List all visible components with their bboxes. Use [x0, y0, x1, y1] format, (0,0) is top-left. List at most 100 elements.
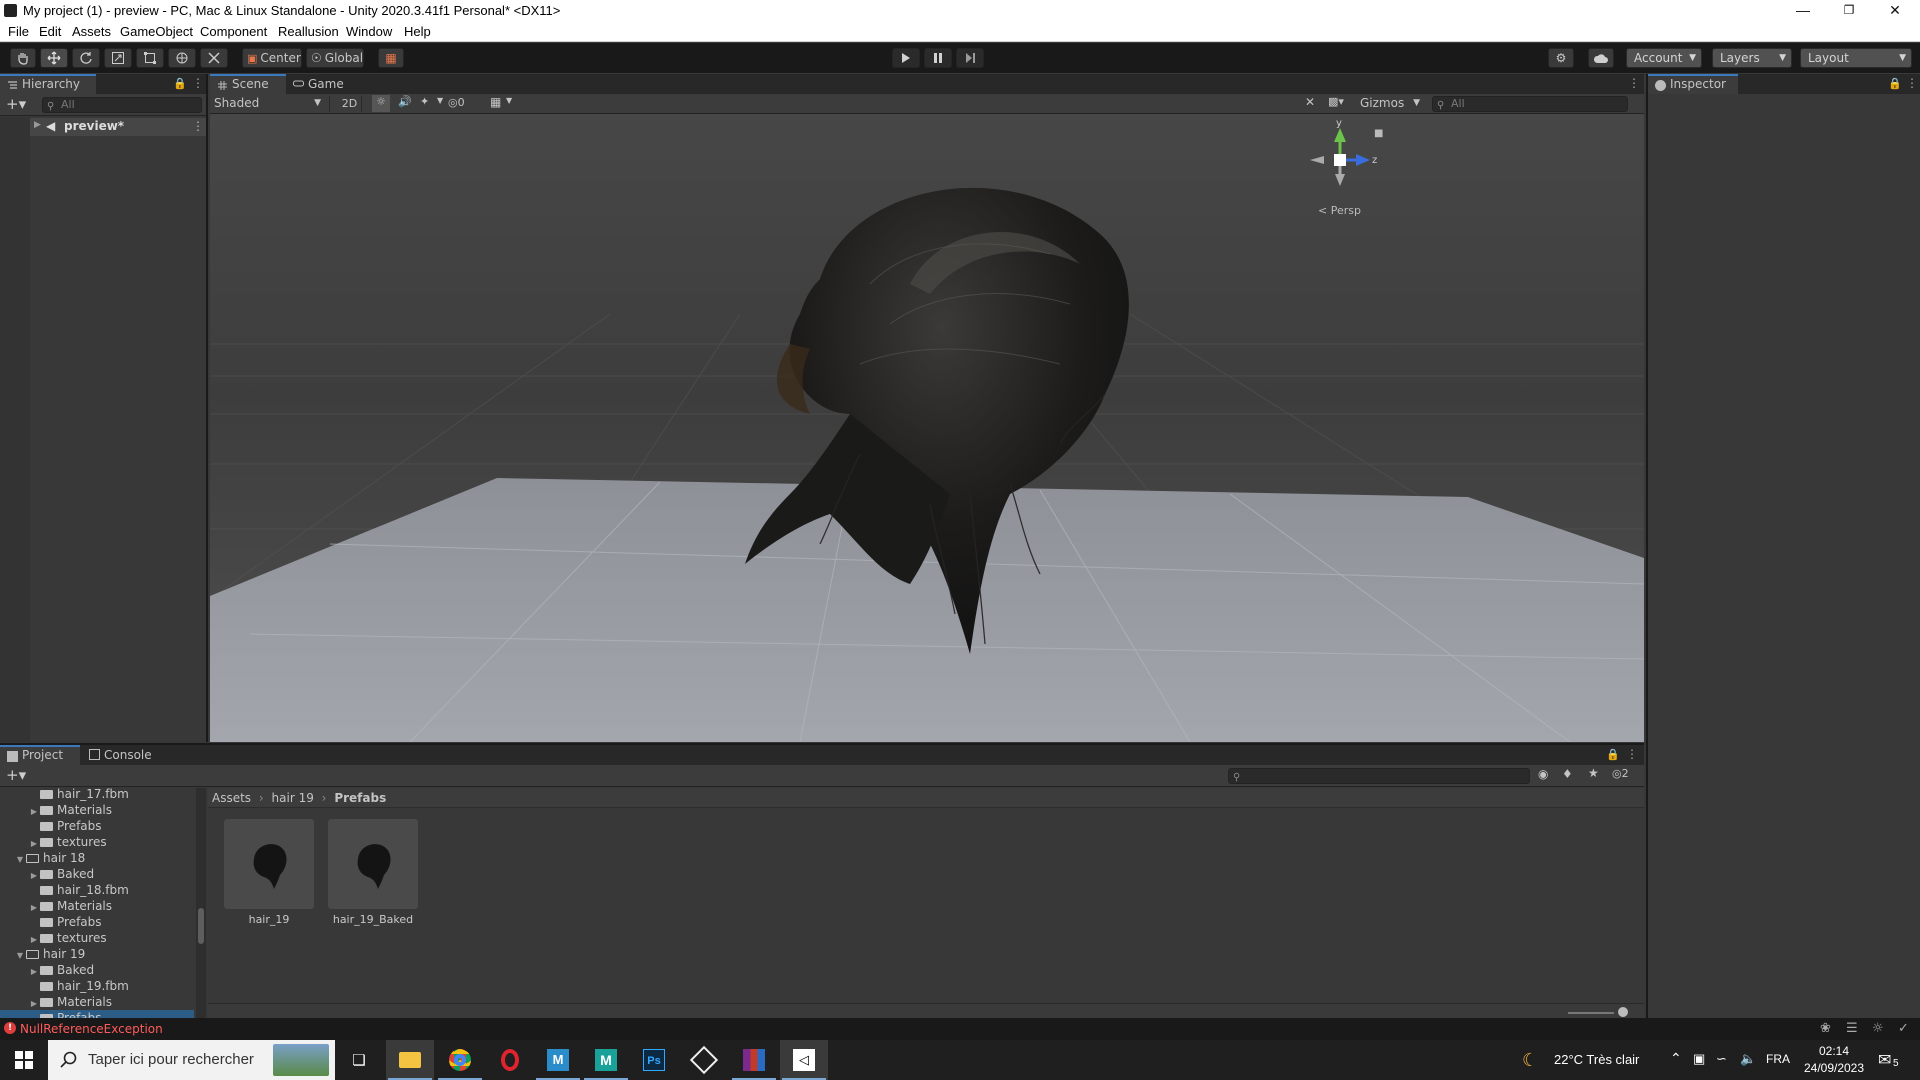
tab-console[interactable]: Console	[82, 745, 162, 765]
collab-button[interactable]: ⚙	[1548, 48, 1574, 68]
hierarchy-item-preview[interactable]: ▶ ◀ preview* ⋮	[30, 118, 206, 136]
breadcrumb-assets[interactable]: Assets	[212, 791, 251, 805]
pivot-mode-toggle[interactable]: ▣ Center	[242, 48, 302, 68]
breadcrumb-prefabs[interactable]: Prefabs	[334, 791, 386, 805]
folder-tree-item[interactable]: ▶ textures	[0, 930, 194, 946]
rect-tool-button[interactable]	[136, 48, 164, 68]
pause-button[interactable]	[924, 48, 952, 68]
volume-icon[interactable]: 🔈	[1740, 1051, 1756, 1067]
filter-type-icon[interactable]: ◉	[1538, 767, 1548, 781]
menu-edit[interactable]: Edit	[39, 24, 61, 39]
folder-tree-item[interactable]: Prefabs	[0, 818, 194, 834]
scale-tool-button[interactable]	[104, 48, 132, 68]
zoom-slider-track[interactable]	[1568, 1012, 1614, 1014]
shading-mode-dropdown[interactable]: Shaded ▼	[212, 96, 330, 112]
taskbar-chrome[interactable]	[436, 1040, 484, 1080]
effects-toggle-icon[interactable]: ✦	[420, 95, 429, 108]
notification-center-button[interactable]: ✉ 5	[1874, 1048, 1904, 1074]
folder-tree-item[interactable]: ▶ Baked	[0, 866, 194, 882]
kebab-menu-icon[interactable]: ⋮	[1626, 747, 1638, 761]
task-view-button[interactable]: ❏	[335, 1040, 383, 1080]
taskbar-unity-hub[interactable]	[680, 1040, 728, 1080]
add-object-button[interactable]: +▾	[6, 95, 26, 113]
hand-tool-button[interactable]	[10, 48, 36, 68]
custom-tool-button[interactable]	[200, 48, 228, 68]
project-search-input[interactable]: ⚲	[1228, 768, 1530, 784]
folder-tree-item[interactable]: ▼ hair 18	[0, 850, 194, 866]
layout-dropdown[interactable]: Layout ▼	[1800, 48, 1912, 68]
menu-window[interactable]: Window	[346, 24, 392, 39]
clock-time[interactable]: 02:14	[1808, 1044, 1860, 1058]
auto-generate-lighting-icon[interactable]: ☼	[1872, 1021, 1884, 1036]
account-dropdown[interactable]: Account ▼	[1626, 48, 1702, 68]
scene-search-input[interactable]: ⚲ All	[1432, 96, 1628, 112]
hidden-objects-toggle[interactable]: ◎0	[448, 95, 480, 112]
transform-tool-button[interactable]	[168, 48, 196, 68]
weather-moon-icon[interactable]: ☾	[1522, 1050, 1538, 1071]
grid-toggle-icon[interactable]: ▦	[490, 95, 501, 109]
menu-file[interactable]: File	[8, 24, 29, 39]
kebab-menu-icon[interactable]: ⋮	[192, 119, 204, 133]
favorite-star-icon[interactable]: ★	[1588, 766, 1599, 780]
folder-tree-item[interactable]: hair_18.fbm	[0, 882, 194, 898]
hidden-packages-toggle[interactable]: ◎2	[1612, 767, 1629, 780]
tools-icon[interactable]: ✕	[1305, 95, 1315, 109]
tab-scene[interactable]: Scene	[210, 74, 286, 94]
lock-icon[interactable]: ■	[1374, 128, 1383, 139]
taskbar-photoshop[interactable]: Ps	[630, 1040, 678, 1080]
folder-tree-item[interactable]: hair_17.fbm	[0, 788, 194, 802]
projection-label[interactable]: < Persp	[1318, 204, 1361, 217]
close-button[interactable]: ✕	[1872, 0, 1918, 22]
layers-dropdown[interactable]: Layers ▼	[1712, 48, 1792, 68]
folder-tree-item[interactable]: ▶ textures	[0, 834, 194, 850]
chevron-up-icon[interactable]: ⌃	[1670, 1050, 1682, 1067]
taskbar-app-m1[interactable]: M	[534, 1040, 582, 1080]
move-tool-button[interactable]	[40, 48, 68, 68]
asset-item[interactable]: hair_19	[224, 819, 316, 927]
folder-tree-item[interactable]: ▼ hair 19	[0, 946, 194, 962]
progress-icon[interactable]: ☰	[1846, 1021, 1858, 1036]
expand-arrow-icon[interactable]: ▶	[34, 120, 41, 130]
taskbar-search-input[interactable]: Taper ici pour rechercher	[48, 1040, 335, 1080]
snap-settings-button[interactable]: ▦	[378, 48, 404, 68]
lock-icon[interactable]: 🔒	[1888, 77, 1902, 90]
menu-assets[interactable]: Assets	[72, 24, 111, 39]
breadcrumb-hair-19[interactable]: hair 19	[272, 791, 314, 805]
folder-tree-item[interactable]: ▶ Materials	[0, 898, 194, 914]
pivot-rotation-toggle[interactable]: ☉ Global	[306, 48, 364, 68]
taskbar-file-explorer[interactable]	[386, 1040, 434, 1080]
check-icon[interactable]: ✓	[1898, 1021, 1909, 1036]
filter-label-icon[interactable]: ♦	[1562, 767, 1573, 781]
menu-component[interactable]: Component	[200, 24, 267, 39]
audio-toggle-icon[interactable]: 🔊	[398, 95, 412, 108]
taskbar-app-m2[interactable]: M	[582, 1040, 630, 1080]
folder-tree-item[interactable]: ▶ Materials	[0, 994, 194, 1010]
cloud-button[interactable]	[1588, 48, 1614, 68]
tab-inspector[interactable]: Inspector	[1648, 74, 1738, 94]
2d-mode-toggle[interactable]: 2D	[338, 96, 362, 112]
scene-render[interactable]: y z < Persp ■	[210, 114, 1644, 742]
tree-scrollbar-thumb[interactable]	[198, 908, 204, 944]
menu-help[interactable]: Help	[404, 24, 431, 39]
chevron-down-icon[interactable]: ▼	[506, 96, 512, 105]
create-asset-button[interactable]: +▾	[6, 766, 26, 784]
folder-tree-item[interactable]: ▶ Materials	[0, 802, 194, 818]
zoom-slider-handle[interactable]	[1618, 1007, 1628, 1017]
weather-text[interactable]: 22°C Très clair	[1554, 1052, 1639, 1067]
lock-icon[interactable]: 🔒	[173, 77, 187, 90]
wifi-icon[interactable]: ∽	[1716, 1051, 1727, 1067]
hierarchy-search-input[interactable]: ⚲ All	[42, 97, 202, 113]
menu-reallusion[interactable]: Reallusion	[278, 24, 339, 39]
tab-hierarchy[interactable]: Hierarchy	[0, 74, 96, 94]
debug-bug-icon[interactable]: ❀	[1820, 1021, 1831, 1036]
taskbar-unity-editor[interactable]: ◁	[780, 1040, 828, 1080]
lock-icon[interactable]: 🔒	[1606, 748, 1620, 761]
gizmos-dropdown[interactable]: Gizmos ▼	[1360, 96, 1424, 112]
tab-project[interactable]: Project	[0, 745, 80, 765]
tab-game[interactable]: Game	[286, 74, 352, 94]
kebab-menu-icon[interactable]: ⋮	[1628, 76, 1640, 90]
folder-tree-item[interactable]: hair_19.fbm	[0, 978, 194, 994]
clock-date[interactable]: 24/09/2023	[1798, 1061, 1870, 1075]
lighting-toggle-icon[interactable]: ☼	[372, 95, 390, 112]
step-button[interactable]	[956, 48, 984, 68]
